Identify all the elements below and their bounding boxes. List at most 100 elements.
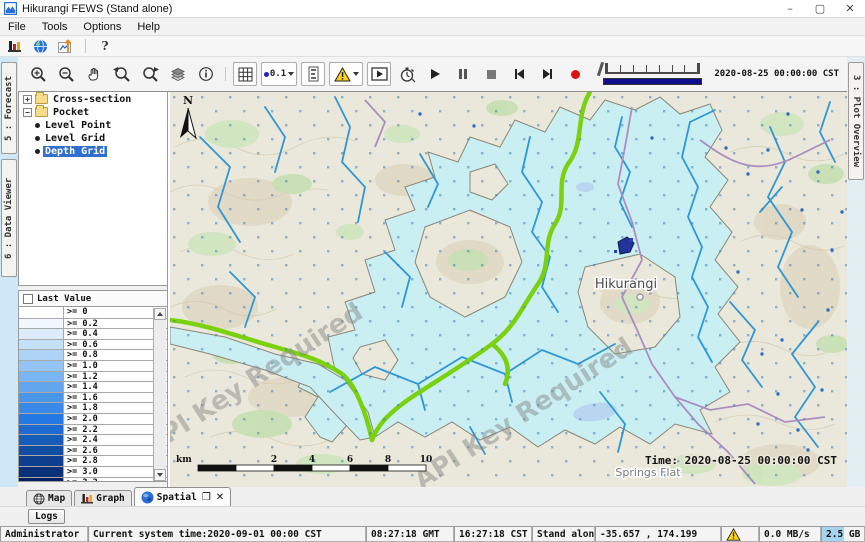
status-coordinates: -35.657 , 174.199 xyxy=(595,526,721,542)
tab-spatial-label: Spatial xyxy=(157,492,197,503)
town-label: Hikurangi xyxy=(595,277,657,292)
left-tab-strip: 5 : Forecast 6 : Data Viewer xyxy=(0,57,18,487)
title-bar: Hikurangi FEWS (Stand alone) – ▢ ✕ xyxy=(0,0,865,18)
legend-row: >= 1.4 xyxy=(19,381,167,392)
legend-table: >= 0 >= 0.2 >= 0.4 >= 0.6 >= 0.8 >= 1.0 … xyxy=(18,307,168,482)
right-tab-strip: 3 : Plot Overview xyxy=(847,57,865,487)
warning-dropdown[interactable] xyxy=(329,62,363,86)
tab-map[interactable]: Map xyxy=(26,490,72,506)
scroll-up-button[interactable] xyxy=(154,308,166,320)
map-canvas[interactable]: API Key Required API Key Required Hikura… xyxy=(170,92,847,487)
classbreak-value: 0.1 xyxy=(270,69,286,79)
record-button[interactable] xyxy=(563,62,587,86)
close-button[interactable]: ✕ xyxy=(835,0,865,17)
spatial-map[interactable]: API Key Required API Key Required Hikura… xyxy=(170,92,847,487)
legend-header: Last Value xyxy=(18,290,168,307)
tree-item-cross-section[interactable]: + Cross-section xyxy=(19,93,167,105)
tree-item-level-point[interactable]: Level Point xyxy=(19,119,167,131)
pause-button[interactable] xyxy=(451,62,475,86)
grid-display-icon[interactable] xyxy=(233,62,257,86)
play-button[interactable] xyxy=(423,62,447,86)
tab-spatial[interactable]: Spatial ❐ ✕ xyxy=(134,487,231,506)
legend-row: >= 2.8 xyxy=(19,455,167,466)
menu-help[interactable]: Help xyxy=(129,19,168,35)
status-gmt-time: 08:27:18 GMT xyxy=(366,526,454,542)
info-icon[interactable] xyxy=(194,62,218,86)
svg-text:km: km xyxy=(176,455,192,465)
legend-row: >= 1.0 xyxy=(19,360,167,371)
blue-globe-icon xyxy=(141,491,154,504)
window-title: Hikurangi FEWS (Stand alone) xyxy=(22,3,172,15)
status-bar: Administrator Current system time:2020-0… xyxy=(0,526,865,542)
collapse-icon[interactable]: − xyxy=(23,108,32,117)
logs-row: Logs xyxy=(0,507,865,526)
bar-chart-icon xyxy=(81,493,93,504)
menu-bar: File Tools Options Help xyxy=(0,18,865,36)
zoom-next-icon[interactable] xyxy=(138,62,162,86)
svg-text:6: 6 xyxy=(347,455,353,465)
menu-file[interactable]: File xyxy=(0,19,34,35)
help-button[interactable]: ? xyxy=(95,38,115,55)
tab-data-viewer[interactable]: 6 : Data Viewer xyxy=(1,159,17,277)
legend-row: >= 0.8 xyxy=(19,349,167,360)
stop-button[interactable] xyxy=(479,62,503,86)
status-mode: Stand alone xyxy=(532,526,595,542)
database-viewer-icon[interactable] xyxy=(4,38,24,55)
timeseries-chart-icon[interactable] xyxy=(56,38,76,55)
expand-icon[interactable]: + xyxy=(23,95,32,104)
tab-forecast[interactable]: 5 : Forecast xyxy=(1,62,17,154)
tree-item-depth-grid[interactable]: Depth Grid xyxy=(19,145,167,157)
chevron-down-icon xyxy=(353,72,359,76)
animation-panel-icon[interactable] xyxy=(367,62,391,86)
scalebar-toggle-icon[interactable] xyxy=(301,62,325,86)
scroll-down-button[interactable] xyxy=(154,469,166,481)
tree-item-label: Level Point xyxy=(43,120,113,131)
minimize-button[interactable]: – xyxy=(775,0,805,17)
warning-icon xyxy=(726,528,741,541)
svg-text:4: 4 xyxy=(309,455,315,465)
spatial-display-icon[interactable] xyxy=(30,38,50,55)
timer-icon[interactable] xyxy=(395,62,419,86)
tree-item-label-selected: Depth Grid xyxy=(43,146,107,157)
menu-tools[interactable]: Tools xyxy=(34,19,76,35)
time-slider[interactable] xyxy=(601,62,704,86)
tree-item-pocket[interactable]: − Pocket xyxy=(19,106,167,118)
node-bullet-icon xyxy=(35,149,40,154)
svg-text:2: 2 xyxy=(271,455,277,465)
chevron-down-icon xyxy=(288,72,294,76)
zoom-in-icon[interactable] xyxy=(26,62,50,86)
menu-options[interactable]: Options xyxy=(75,19,129,35)
status-network-rate: 0.0 MB/s xyxy=(759,526,821,542)
pan-icon[interactable] xyxy=(82,62,106,86)
legend-row: >= 1.8 xyxy=(19,402,167,413)
classbreaks-dropdown[interactable]: 0.1 xyxy=(261,62,297,86)
tree-item-label: Level Grid xyxy=(43,133,107,144)
town-point xyxy=(637,294,643,300)
spatial-maximize-button[interactable]: ❐ xyxy=(202,492,211,503)
last-frame-button[interactable] xyxy=(535,62,559,86)
tree-item-label: Cross-section xyxy=(51,94,133,105)
tree-item-level-grid[interactable]: Level Grid xyxy=(19,132,167,144)
maximize-button[interactable]: ▢ xyxy=(805,0,835,17)
warning-icon xyxy=(334,67,351,82)
bottom-tab-bar: Map Graph Spatial ❐ ✕ xyxy=(0,487,865,507)
zoom-previous-icon[interactable] xyxy=(110,62,134,86)
node-bullet-icon xyxy=(35,136,40,141)
zoom-out-icon[interactable] xyxy=(54,62,78,86)
first-frame-button[interactable] xyxy=(507,62,531,86)
svg-text:N: N xyxy=(183,94,193,107)
legend-scrollbar[interactable] xyxy=(153,308,166,481)
time-slider-handle[interactable] xyxy=(597,62,604,76)
status-user: Administrator xyxy=(0,526,88,542)
status-warning-cell[interactable] xyxy=(721,526,759,542)
tab-plot-overview[interactable]: 3 : Plot Overview xyxy=(848,62,864,180)
logs-button[interactable]: Logs xyxy=(28,509,65,524)
time-slider-bar[interactable] xyxy=(603,78,702,85)
last-value-checkbox[interactable] xyxy=(23,294,33,304)
folder-icon xyxy=(35,107,48,117)
layers-icon[interactable] xyxy=(166,62,190,86)
legend-row: >= 0.6 xyxy=(19,339,167,350)
spatial-close-button[interactable]: ✕ xyxy=(216,492,224,503)
tab-graph[interactable]: Graph xyxy=(74,490,132,506)
legend-row: >= 0.2 xyxy=(19,318,167,329)
